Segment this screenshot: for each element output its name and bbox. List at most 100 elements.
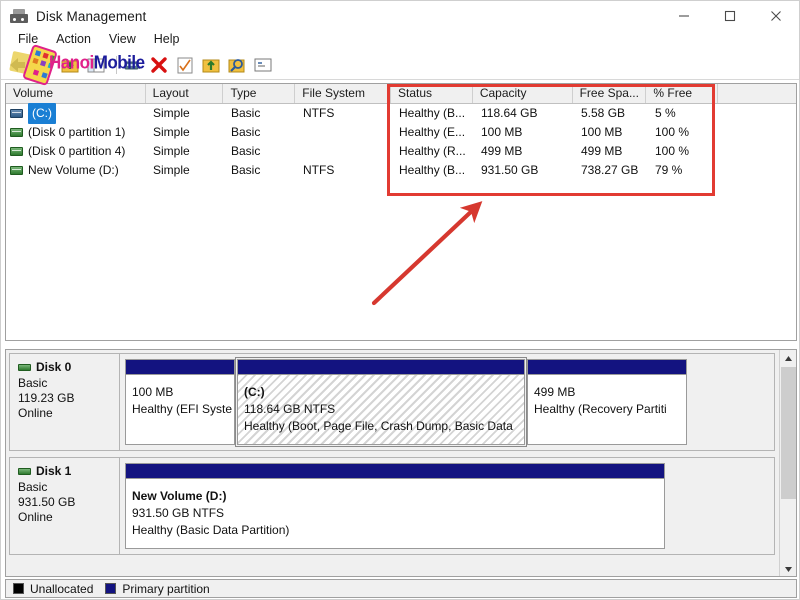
partition-block[interactable]: 100 MB Healthy (EFI Syste xyxy=(125,359,235,445)
volume-name-label: (Disk 0 partition 1) xyxy=(28,125,126,139)
disk-partitions-1: New Volume (D:) 931.50 GB NTFS Healthy (… xyxy=(120,458,774,554)
menu-item-action[interactable]: Action xyxy=(47,30,100,48)
disk-partitions-0: 100 MB Healthy (EFI Syste (C:) 118.64 GB… xyxy=(120,354,774,450)
menu-item-file[interactable]: File xyxy=(9,30,47,48)
menu-item-help[interactable]: Help xyxy=(145,30,189,48)
cell-file-system: NTFS xyxy=(303,106,335,120)
partition-status-label: Healthy (Boot, Page File, Crash Dump, Ba… xyxy=(244,419,513,433)
cell-status: Healthy (B... xyxy=(399,106,466,120)
disk-panel-scrollbar[interactable] xyxy=(779,350,796,576)
column-header-type[interactable]: Type xyxy=(223,84,296,103)
disk-info-1[interactable]: Disk 1 Basic 931.50 GB Online xyxy=(10,458,120,554)
volume-icon xyxy=(10,166,23,175)
disk-state-label: Online xyxy=(18,406,53,420)
cell-capacity: 118.64 GB xyxy=(481,106,538,120)
legend-swatch-unallocated xyxy=(13,583,24,594)
cell-status: Healthy (B... xyxy=(399,163,466,177)
disk-size-label: 931.50 GB xyxy=(18,495,76,509)
partition-block[interactable]: New Volume (D:) 931.50 GB NTFS Healthy (… xyxy=(125,463,665,549)
column-header-status[interactable]: Status xyxy=(391,84,473,103)
disk-management-window: Disk Management File Action View Help Ha… xyxy=(0,0,800,600)
cell-layout: Simple xyxy=(153,144,190,158)
partition-size-label: 499 MB xyxy=(534,385,576,399)
cell-type: Basic xyxy=(231,144,261,158)
show-hide-console-tree-icon[interactable] xyxy=(85,54,107,76)
help-search-icon[interactable] xyxy=(226,54,248,76)
volume-name-label: New Volume (D:) xyxy=(28,163,119,177)
partition-block[interactable]: 499 MB Healthy (Recovery Partiti xyxy=(527,359,687,445)
cell-free-space: 5.58 GB xyxy=(581,106,626,120)
disk-type-label: Basic xyxy=(18,480,48,494)
cell-type: Basic xyxy=(231,125,261,139)
partition-title-label: New Volume (D:) xyxy=(132,489,227,503)
minimize-icon[interactable] xyxy=(661,1,707,31)
column-header-file-system[interactable]: File System xyxy=(295,84,392,103)
table-row[interactable]: (Disk 0 partition 4) Simple Basic Health… xyxy=(6,142,796,161)
disk-type-label: Basic xyxy=(18,376,48,390)
disk-state-label: Online xyxy=(18,510,53,524)
column-header-volume[interactable]: Volume xyxy=(6,84,146,103)
cell-free-space: 100 MB xyxy=(581,125,623,139)
table-row[interactable]: (Disk 0 partition 1) Simple Basic Health… xyxy=(6,123,796,142)
column-header-percent-free[interactable]: % Free xyxy=(646,84,719,103)
legend-swatch-primary xyxy=(105,583,117,594)
menu-bar: File Action View Help xyxy=(1,28,799,50)
properties-icon[interactable] xyxy=(122,54,144,76)
cell-volume[interactable]: (C:) xyxy=(6,103,146,124)
column-header-capacity[interactable]: Capacity xyxy=(472,84,573,103)
volume-list-header: Volume Layout Type File System Status Ca… xyxy=(6,84,796,104)
toolbar-separator xyxy=(116,55,117,74)
disk-name-label: Disk 0 xyxy=(36,360,72,374)
cell-volume[interactable]: New Volume (D:) xyxy=(6,161,146,180)
cell-capacity: 499 MB xyxy=(481,144,523,158)
cell-free-space: 499 MB xyxy=(581,144,623,158)
disk-name-label: Disk 1 xyxy=(36,464,72,478)
back-arrow-icon[interactable] xyxy=(7,54,29,76)
cell-layout: Simple xyxy=(153,163,190,177)
scrollbar-thumb[interactable] xyxy=(781,367,796,499)
column-header-filler xyxy=(718,84,796,103)
disk-title-1: Disk 1 xyxy=(18,464,119,478)
disk-drive-icon xyxy=(10,8,28,24)
disk-info-0[interactable]: Disk 0 Basic 119.23 GB Online xyxy=(10,354,120,450)
export-list-icon[interactable] xyxy=(200,54,222,76)
partition-block[interactable]: (C:) 118.64 GB NTFS Healthy (Boot, Page … xyxy=(235,357,527,447)
cell-volume[interactable]: (Disk 0 partition 4) xyxy=(6,142,146,161)
volume-list-rows: (C:) Simple Basic NTFS Healthy (B... 118… xyxy=(6,103,796,180)
toolbar xyxy=(1,50,799,80)
volume-icon xyxy=(10,128,23,137)
close-icon[interactable] xyxy=(753,1,799,31)
cell-capacity: 100 MB xyxy=(481,125,523,139)
disk-row-1[interactable]: Disk 1 Basic 931.50 GB Online New Volume… xyxy=(9,457,775,555)
menu-item-view[interactable]: View xyxy=(100,30,145,48)
title-bar: Disk Management xyxy=(1,1,799,31)
forward-arrow-icon[interactable] xyxy=(33,54,55,76)
partition-color-bar xyxy=(238,360,524,375)
cell-status: Healthy (E... xyxy=(399,125,466,139)
cell-type: Basic xyxy=(231,163,261,177)
disk-rows-container: Disk 0 Basic 119.23 GB Online 100 MB Hea… xyxy=(6,350,781,576)
legend-item-unallocated: Unallocated xyxy=(13,582,93,596)
partition-body: (C:) 118.64 GB NTFS Healthy (Boot, Page … xyxy=(238,375,524,444)
cell-volume[interactable]: (Disk 0 partition 1) xyxy=(6,123,146,142)
column-header-layout[interactable]: Layout xyxy=(145,84,224,103)
scroll-up-arrow-icon[interactable] xyxy=(780,350,796,367)
disk-size-label: 119.23 GB xyxy=(18,391,75,405)
cell-type: Basic xyxy=(231,106,261,120)
table-row[interactable]: New Volume (D:) Simple Basic NTFS Health… xyxy=(6,161,796,180)
column-header-free-space[interactable]: Free Spa... xyxy=(572,84,647,103)
disk-row-0[interactable]: Disk 0 Basic 119.23 GB Online 100 MB Hea… xyxy=(9,353,775,451)
partition-size-label: 931.50 GB NTFS xyxy=(132,506,225,520)
scroll-down-arrow-icon[interactable] xyxy=(780,561,796,576)
checklist-icon[interactable] xyxy=(174,54,196,76)
table-row[interactable]: (C:) Simple Basic NTFS Healthy (B... 118… xyxy=(6,103,796,124)
volume-name-label: (Disk 0 partition 4) xyxy=(28,144,126,158)
delete-icon[interactable] xyxy=(148,54,170,76)
partition-body: 499 MB Healthy (Recovery Partiti xyxy=(528,375,686,444)
up-folder-icon[interactable] xyxy=(59,54,81,76)
partition-color-bar xyxy=(126,464,664,479)
maximize-icon[interactable] xyxy=(707,1,753,31)
disk-title-0: Disk 0 xyxy=(18,360,119,374)
cell-percent-free: 100 % xyxy=(655,144,690,158)
show-window-icon[interactable] xyxy=(252,54,274,76)
